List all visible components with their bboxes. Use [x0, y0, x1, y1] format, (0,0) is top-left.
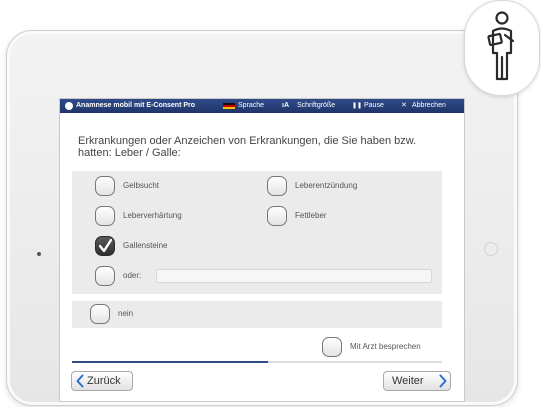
language-button[interactable]: Sprache	[238, 99, 264, 113]
tablet-frame: Anamnese mobil mit E-Consent Pro Sprache…	[6, 30, 518, 406]
top-bar: Anamnese mobil mit E-Consent Pro Sprache…	[60, 99, 464, 113]
checkbox[interactable]	[267, 206, 287, 226]
camera-dot	[37, 252, 41, 256]
checkbox[interactable]	[95, 176, 115, 196]
chevron-right-icon	[439, 374, 447, 388]
option-label: Leberentzündung	[295, 181, 358, 190]
discuss-label: Mit Arzt besprechen	[350, 342, 421, 351]
patient-with-tablet-icon	[487, 11, 515, 81]
other-text-field[interactable]	[156, 269, 432, 283]
checkbox[interactable]	[267, 176, 287, 196]
back-button[interactable]: Zurück	[71, 371, 133, 391]
home-button[interactable]	[484, 242, 498, 256]
checkmark-icon	[99, 239, 112, 253]
option-label: Fettleber	[295, 211, 327, 220]
pause-button[interactable]: Pause	[364, 99, 384, 113]
question-text: Erkrankungen oder Anzeichen von Erkranku…	[78, 135, 417, 159]
option-label: Gelbsucht	[123, 181, 160, 190]
next-label: Weiter	[392, 375, 424, 387]
checkbox[interactable]	[90, 304, 110, 324]
option-label: Leberverhärtung	[123, 211, 182, 220]
option-label: nein	[118, 309, 134, 318]
app-title: Anamnese mobil mit E-Consent Pro	[76, 102, 196, 109]
pause-icon: ❚❚	[352, 103, 363, 109]
app-logo-icon	[65, 102, 73, 110]
checkbox[interactable]	[95, 206, 115, 226]
app-screen: Anamnese mobil mit E-Consent Pro Sprache…	[59, 98, 465, 402]
progress-bar	[72, 361, 442, 363]
font-size-icon: ıA	[282, 102, 289, 109]
german-flag-icon	[223, 103, 235, 109]
progress-fill	[72, 361, 269, 363]
back-label: Zurück	[87, 375, 121, 387]
checkbox-checked[interactable]	[95, 236, 115, 256]
font-size-button[interactable]: Schriftgröße	[297, 99, 335, 113]
next-button[interactable]: Weiter	[383, 371, 451, 391]
option-label: Gallensteine	[123, 241, 168, 250]
other-label: oder:	[123, 271, 142, 280]
checkbox[interactable]	[322, 337, 342, 357]
close-icon: ✕	[401, 102, 407, 109]
patient-badge	[464, 0, 540, 96]
chevron-left-icon	[76, 374, 84, 388]
checkbox[interactable]	[95, 266, 115, 286]
cancel-button[interactable]: Abbrechen	[412, 99, 446, 113]
none-panel: nein	[72, 301, 442, 328]
